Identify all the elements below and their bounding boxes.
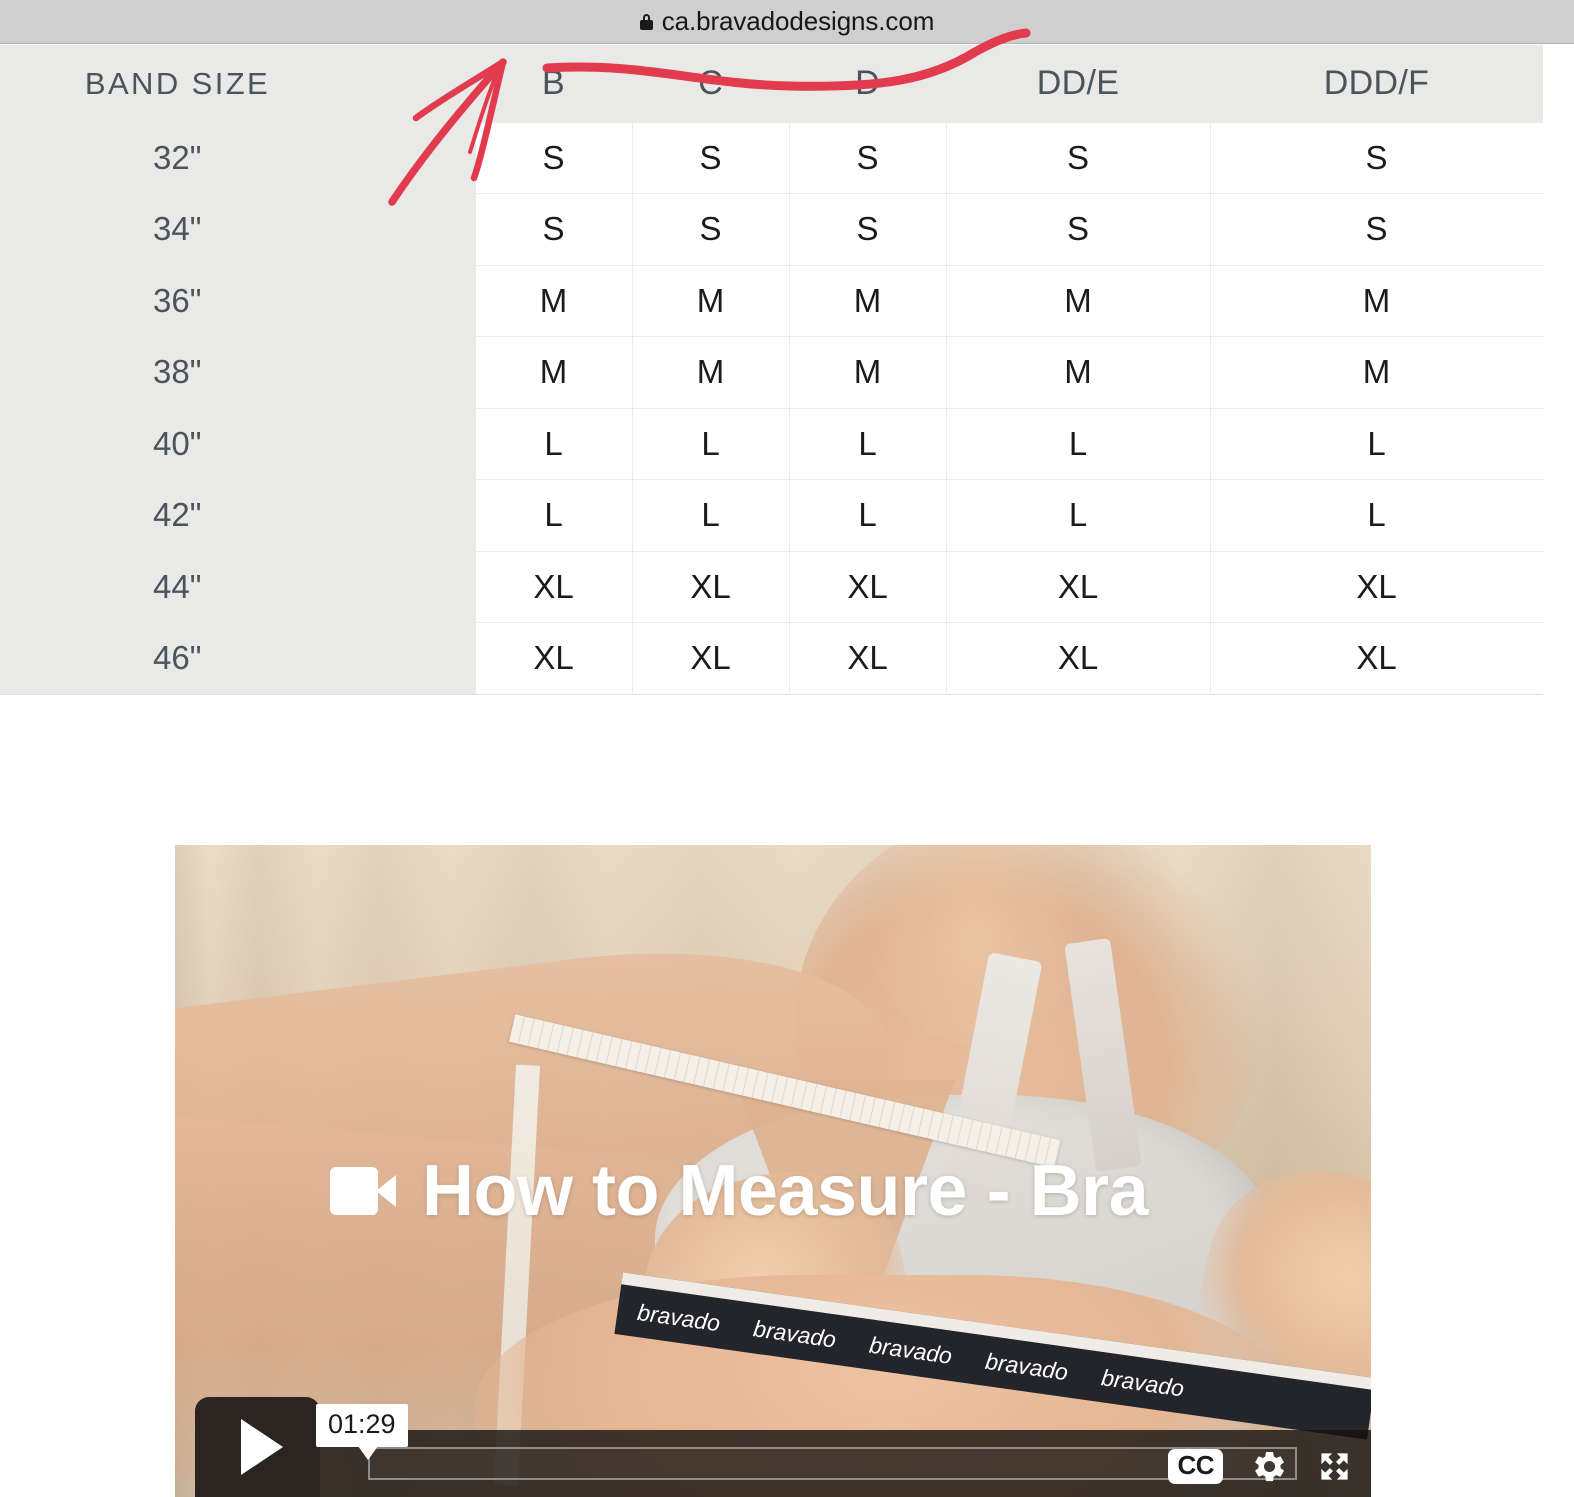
column-header-band-size: BAND SIZE bbox=[0, 45, 475, 122]
band-size-label: 34" bbox=[0, 193, 475, 265]
size-cell: M bbox=[474, 336, 633, 409]
size-chart-container: BAND SIZE B C D DD/E DDD/F 32" S S S S S bbox=[0, 45, 1544, 695]
video-camera-icon bbox=[330, 1167, 396, 1215]
column-header-cup-dd-e: DD/E bbox=[946, 45, 1210, 122]
page-right-margin bbox=[1543, 45, 1574, 703]
size-cell: S bbox=[474, 121, 633, 194]
column-header-cup-b: B bbox=[475, 45, 632, 122]
size-cell: XL bbox=[788, 622, 947, 695]
closed-captions-icon[interactable]: CC bbox=[1168, 1449, 1223, 1484]
band-size-label: 38" bbox=[0, 336, 475, 408]
table-body: 32" S S S S S 34" S S S S S 36" M M M M … bbox=[0, 121, 1544, 695]
size-cell: M bbox=[631, 336, 790, 409]
band-size-label: 46" bbox=[0, 622, 475, 695]
size-cell: M bbox=[474, 264, 633, 337]
size-cell: L bbox=[945, 479, 1211, 552]
browser-url-bar[interactable]: ca.bravadodesigns.com bbox=[0, 0, 1574, 44]
size-cell: S bbox=[945, 193, 1211, 266]
lock-icon bbox=[639, 13, 653, 30]
table-row: 40" L L L L L bbox=[0, 407, 1544, 480]
size-cell: S bbox=[474, 193, 633, 266]
column-header-cup-c: C bbox=[632, 45, 789, 122]
size-cell: XL bbox=[1209, 550, 1544, 623]
table-header-row: BAND SIZE B C D DD/E DDD/F bbox=[0, 45, 1543, 122]
size-cell: M bbox=[1209, 336, 1544, 409]
table-row: 38" M M M M M bbox=[0, 336, 1544, 409]
bra-size-chart-table: BAND SIZE B C D DD/E DDD/F 32" S S S S S bbox=[0, 45, 1544, 695]
size-cell: XL bbox=[631, 622, 790, 695]
brand-text: bravado bbox=[751, 1314, 838, 1353]
size-cell: L bbox=[631, 407, 790, 480]
size-cell: L bbox=[1209, 407, 1544, 480]
size-cell: S bbox=[945, 121, 1211, 194]
size-cell: M bbox=[788, 264, 947, 337]
size-cell: XL bbox=[474, 622, 633, 695]
gear-icon[interactable] bbox=[1251, 1448, 1288, 1485]
size-cell: L bbox=[945, 407, 1211, 480]
size-cell: XL bbox=[631, 550, 790, 623]
size-cell: M bbox=[1209, 264, 1544, 337]
size-cell: XL bbox=[945, 622, 1211, 695]
video-player[interactable]: bravado bravado bravado bravado bravado … bbox=[175, 845, 1371, 1497]
column-header-cup-ddd-f: DDD/F bbox=[1210, 45, 1543, 122]
table-row: 42" L L L L L bbox=[0, 479, 1544, 552]
url-display[interactable]: ca.bravadodesigns.com bbox=[639, 6, 935, 37]
size-cell: M bbox=[945, 336, 1211, 409]
size-cell: M bbox=[945, 264, 1211, 337]
size-cell: M bbox=[788, 336, 947, 409]
column-header-cup-d: D bbox=[789, 45, 946, 122]
size-cell: S bbox=[788, 193, 947, 266]
size-cell: S bbox=[631, 193, 790, 266]
band-size-label: 32" bbox=[0, 122, 475, 194]
brand-text: bravado bbox=[983, 1347, 1070, 1385]
table-row: 44" XL XL XL XL XL bbox=[0, 550, 1544, 623]
time-tooltip: 01:29 bbox=[316, 1404, 408, 1460]
url-text: ca.bravadodesigns.com bbox=[661, 6, 935, 36]
video-progress-bar[interactable] bbox=[368, 1447, 1297, 1480]
table-row: 46" XL XL XL XL XL bbox=[0, 622, 1544, 695]
size-cell: L bbox=[788, 407, 947, 480]
size-cell: L bbox=[474, 479, 633, 552]
video-title-text: How to Measure - Bra bbox=[422, 1151, 1149, 1231]
size-cell: XL bbox=[788, 550, 947, 623]
band-size-label: 36" bbox=[0, 265, 475, 337]
video-title-overlay: How to Measure - Bra bbox=[330, 1150, 1149, 1232]
size-cell: XL bbox=[1209, 622, 1544, 695]
brand-text: bravado bbox=[635, 1298, 722, 1336]
size-cell: S bbox=[631, 121, 790, 194]
size-cell: L bbox=[631, 479, 790, 552]
size-cell: L bbox=[1209, 479, 1544, 552]
size-cell: L bbox=[474, 407, 633, 480]
band-size-label: 44" bbox=[0, 551, 475, 623]
page-root: ca.bravadodesigns.com BAND SIZE B C D DD… bbox=[0, 0, 1574, 1497]
size-cell: S bbox=[1209, 193, 1544, 266]
size-cell: M bbox=[631, 264, 790, 337]
band-size-label: 42" bbox=[0, 479, 475, 551]
brand-text: bravado bbox=[867, 1331, 954, 1369]
size-cell: S bbox=[1209, 121, 1544, 194]
table-row: 34" S S S S S bbox=[0, 193, 1544, 266]
play-button[interactable] bbox=[195, 1397, 320, 1497]
table-row: 36" M M M M M bbox=[0, 264, 1544, 337]
table-row: 32" S S S S S bbox=[0, 121, 1544, 194]
size-cell: XL bbox=[945, 550, 1211, 623]
size-cell: L bbox=[788, 479, 947, 552]
fullscreen-icon[interactable] bbox=[1316, 1448, 1353, 1485]
size-cell: S bbox=[788, 121, 947, 194]
brand-text: bravado bbox=[1099, 1363, 1186, 1401]
video-control-buttons: CC bbox=[1168, 1448, 1353, 1485]
size-cell: XL bbox=[474, 550, 633, 623]
play-icon bbox=[240, 1419, 283, 1475]
band-size-label: 40" bbox=[0, 408, 475, 480]
